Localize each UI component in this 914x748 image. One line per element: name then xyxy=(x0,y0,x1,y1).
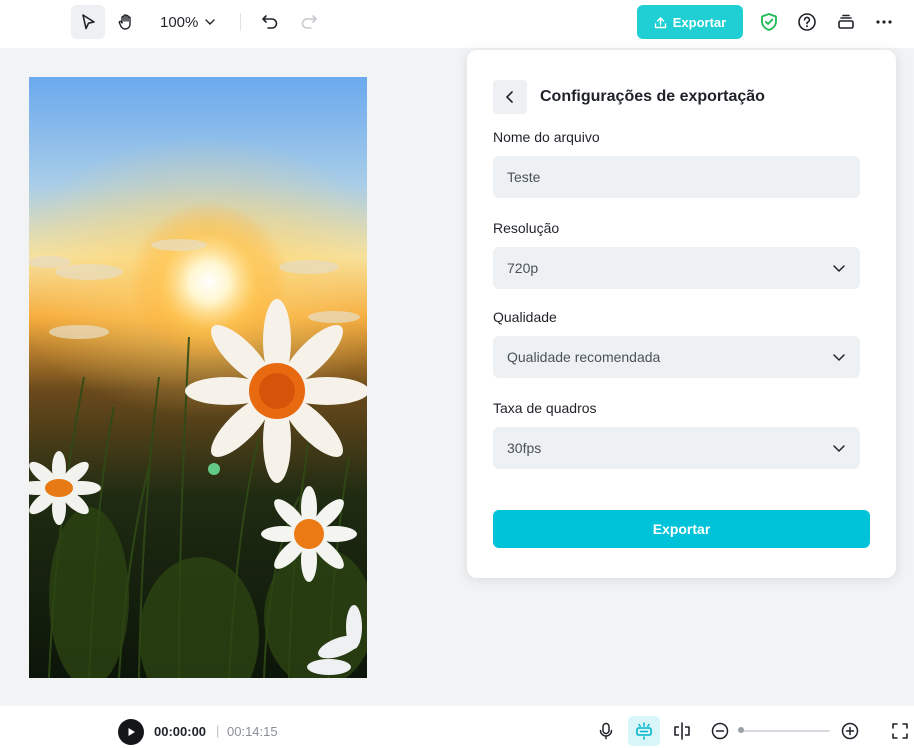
play-icon xyxy=(128,728,135,736)
resolution-value: 720p xyxy=(507,260,539,276)
more-button[interactable] xyxy=(867,5,901,39)
export-settings-panel: Configurações de exportação Nome do arqu… xyxy=(467,50,896,578)
split-button[interactable] xyxy=(666,716,698,746)
redo-icon xyxy=(301,15,317,29)
filename-label: Nome do arquivo xyxy=(493,129,600,145)
hand-icon xyxy=(118,14,131,30)
toolbar-divider xyxy=(240,13,241,31)
play-button[interactable] xyxy=(118,719,144,745)
microphone-button[interactable] xyxy=(590,716,622,746)
fullscreen-icon xyxy=(892,723,908,739)
quality-select[interactable]: Qualidade recomendada xyxy=(493,336,860,378)
auto-snap-button[interactable] xyxy=(628,716,660,746)
chevron-down-icon xyxy=(833,354,845,362)
security-button[interactable] xyxy=(752,5,786,39)
filename-field[interactable]: Teste xyxy=(493,156,860,198)
video-preview[interactable] xyxy=(29,77,367,678)
export-top-button[interactable]: Exportar xyxy=(637,5,743,39)
filename-value: Teste xyxy=(507,169,541,185)
resolution-label: Resolução xyxy=(493,220,560,236)
more-icon xyxy=(876,20,892,24)
zoom-dropdown[interactable]: 100% xyxy=(152,5,224,39)
zoom-in-icon xyxy=(841,722,859,740)
upload-icon xyxy=(654,16,666,28)
playback-bar: 00:00:00 | 00:14:15 xyxy=(0,706,914,748)
zoom-out-button[interactable] xyxy=(704,716,736,746)
zoom-level: 100% xyxy=(160,13,199,31)
current-time: 00:00:00 xyxy=(154,724,207,739)
select-tool-button[interactable] xyxy=(71,5,105,39)
time-separator: | xyxy=(216,723,220,738)
timeline-zoom-slider[interactable] xyxy=(740,730,830,732)
quality-label: Qualidade xyxy=(493,309,557,325)
quality-value: Qualidade recomendada xyxy=(507,349,661,365)
framerate-label: Taxa de quadros xyxy=(493,400,597,416)
redo-button[interactable] xyxy=(292,5,326,39)
pointer-icon xyxy=(82,14,95,30)
timeline-zoom-handle[interactable] xyxy=(738,727,744,733)
auto-snap-icon xyxy=(636,722,652,740)
sunset-daisies-image xyxy=(29,77,367,678)
panel-title: Configurações de exportação xyxy=(540,88,765,105)
fullscreen-button[interactable] xyxy=(884,716,914,746)
microphone-icon xyxy=(599,722,613,740)
resolution-select[interactable]: 720p xyxy=(493,247,860,289)
framerate-value: 30fps xyxy=(507,440,542,456)
zoom-out-icon xyxy=(711,722,729,740)
top-toolbar: 100% Exportar xyxy=(0,0,914,48)
back-icon xyxy=(506,91,513,103)
hand-tool-button[interactable] xyxy=(109,5,143,39)
layers-button[interactable] xyxy=(829,5,863,39)
export-top-label: Exportar xyxy=(672,14,727,30)
split-icon xyxy=(674,722,690,740)
chevron-down-icon xyxy=(833,445,845,453)
chevron-down-icon xyxy=(205,19,216,25)
undo-button[interactable] xyxy=(253,5,287,39)
help-button[interactable] xyxy=(790,5,824,39)
chevron-down-icon xyxy=(833,265,845,273)
export-button[interactable]: Exportar xyxy=(493,510,870,548)
shield-icon xyxy=(761,13,777,31)
undo-icon xyxy=(262,15,278,29)
zoom-in-button[interactable] xyxy=(834,716,866,746)
layers-icon xyxy=(838,14,854,29)
help-icon xyxy=(798,13,816,31)
framerate-select[interactable]: 30fps xyxy=(493,427,860,469)
back-button[interactable] xyxy=(493,80,527,114)
total-time: 00:14:15 xyxy=(227,724,278,739)
